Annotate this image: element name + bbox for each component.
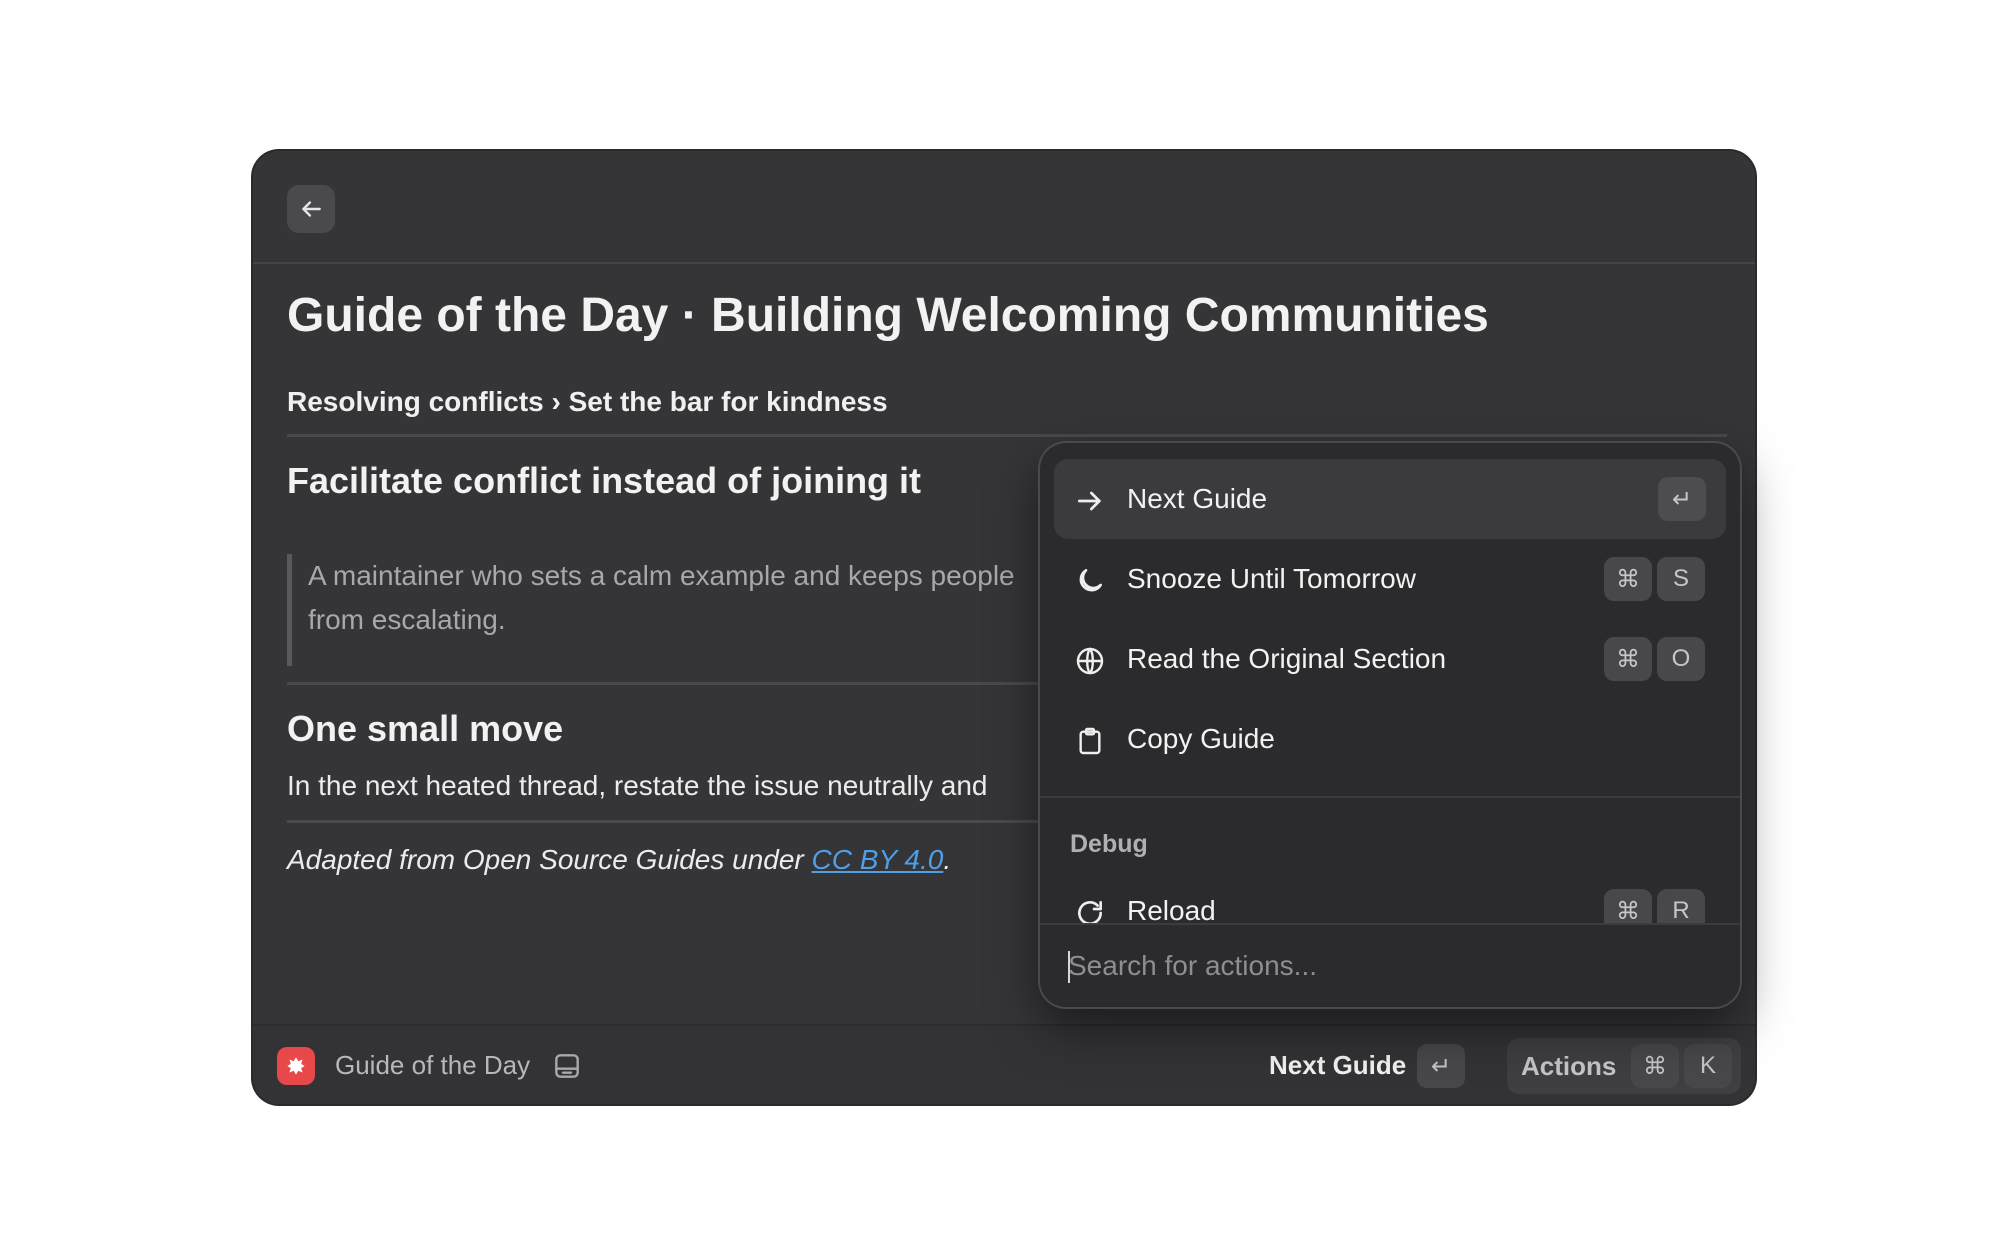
cmd-key-badge: ⌘ [1604,889,1652,923]
action-item-read-original[interactable]: Read the Original Section ⌘ O [1054,619,1726,699]
actions-label: Actions [1521,1051,1617,1081]
section-heading: One small move [287,708,564,749]
section-heading: Facilitate conflict instead of joining i… [287,460,922,501]
reload-icon [1078,901,1102,923]
tray-icon[interactable] [551,1050,583,1082]
action-label: Copy Guide [1127,723,1275,754]
clipboard-icon [1079,727,1101,755]
footnote-prefix: Adapted from Open Source Guides under [287,844,812,875]
action-item-reload[interactable]: Reload ⌘ R [1054,871,1726,923]
divider [287,434,1727,437]
action-label: Reload [1127,895,1216,923]
section-divider [1040,796,1740,798]
action-item-snooze[interactable]: Snooze Until Tomorrow ⌘ S [1054,539,1726,619]
cmd-key-badge: ⌘ [1604,637,1652,681]
body-paragraph: In the next heated thread, restate the i… [287,770,988,801]
arrow-right-icon [1078,491,1101,511]
next-guide-action-label[interactable]: Next Guide [1269,1050,1406,1081]
breadcrumb: Resolving conflicts › Set the bar for ki… [287,386,888,417]
back-button[interactable] [287,185,335,233]
s-key-badge: S [1657,557,1705,601]
extension-logo-icon [287,1057,305,1075]
debug-section-header: Debug [1070,830,1148,858]
actions-search-bar [1040,923,1740,1007]
r-key-badge: R [1657,889,1705,923]
action-label: Snooze Until Tomorrow [1127,563,1416,594]
top-bar [253,151,1755,264]
moon-icon [1079,569,1102,592]
actions-list: Next Guide ↵ Snooze Until Tomorrow ⌘ S R… [1040,443,1740,923]
app-name: Guide of the Day [335,1050,531,1080]
cmd-key-badge: ⌘ [1631,1044,1679,1088]
enter-key-badge: ↵ [1417,1044,1465,1088]
k-key-badge: K [1684,1044,1732,1088]
arrow-left-icon [302,201,321,217]
blockquote: A maintainer who sets a calm example and… [287,554,1047,666]
actions-panel: Next Guide ↵ Snooze Until Tomorrow ⌘ S R… [1040,443,1740,1007]
o-key-badge: O [1657,637,1705,681]
actions-button[interactable]: Actions ⌘ K [1507,1038,1741,1094]
license-link[interactable]: CC BY 4.0 [812,844,944,875]
action-bar: Guide of the Day Next Guide ↵ Actions ⌘ … [253,1024,1755,1104]
globe-icon [1076,647,1104,675]
action-item-next-guide[interactable]: Next Guide ↵ [1054,459,1726,539]
cmd-key-badge: ⌘ [1604,557,1652,601]
text-caret [1068,951,1070,983]
enter-key-badge: ↵ [1658,477,1706,521]
app-icon [277,1047,315,1085]
actions-search-input[interactable] [1068,941,1708,991]
action-label: Next Guide [1127,483,1268,514]
attribution-footnote: Adapted from Open Source Guides under CC… [287,844,951,876]
action-item-copy-guide[interactable]: Copy Guide [1054,699,1726,779]
footnote-suffix: . [943,844,952,875]
action-label: Read the Original Section [1127,643,1447,674]
page-title: Guide of the Day · Building Welcoming Co… [287,289,1489,342]
